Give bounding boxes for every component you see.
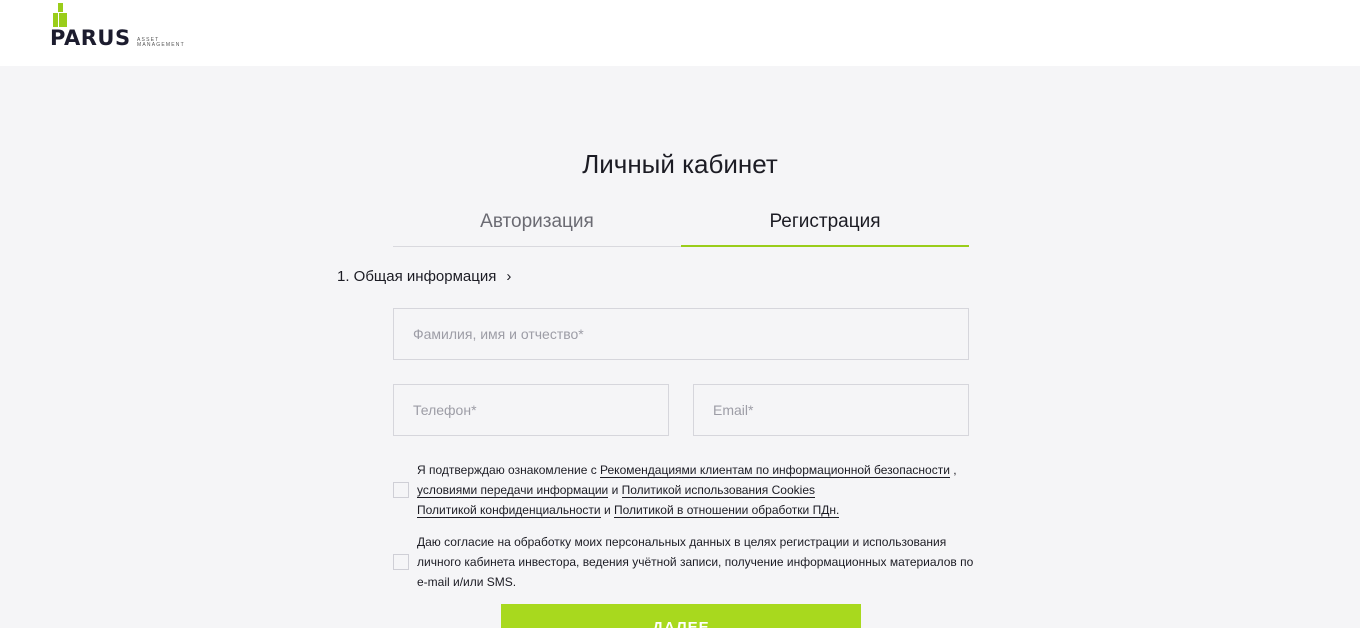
logo-bars-icon [50,3,70,28]
consent-personal-data-checkbox[interactable] [393,554,409,570]
consent-personal-data-text: Даю согласие на обработку моих персональ… [417,535,974,589]
transfer-conditions-link[interactable]: условиями передачи информации [417,483,609,498]
tab-registration[interactable]: Регистрация [681,205,969,247]
full-name-input[interactable] [393,308,969,360]
consent-text-part: Я подтверждаю ознакомление с [417,463,601,477]
consent-text-part: и [600,503,614,517]
logo-text: PARUS [50,26,131,50]
page-title: Личный кабинет [582,149,778,179]
auth-tabs: Авторизация Регистрация [393,205,969,247]
personal-data-policy-link[interactable]: Политикой в отношении обработки ПДн. [613,503,840,518]
email-input[interactable] [693,384,969,436]
consent-text-part: , [949,463,957,477]
chevron-right-icon: › [506,268,512,285]
security-recommendations-link[interactable]: Рекомендациями клиентам по информационно… [600,463,950,478]
consent-security-checkbox[interactable] [393,482,409,498]
logo-subtitle: ASSET MANAGEMENT [137,37,185,48]
consent-security-text: Я подтверждаю ознакомление с Рекомендаци… [417,460,977,520]
step-indicator: 1. Общая информация › [337,267,511,287]
consent-text-part: и [608,483,622,497]
site-header: PARUS ASSET MANAGEMENT [0,0,1360,66]
privacy-policy-link[interactable]: Политикой конфиденциальности [417,503,601,518]
cookies-policy-link[interactable]: Политикой использования Cookies [621,483,815,498]
step-label: 1. Общая информация [337,268,497,285]
tab-authorization[interactable]: Авторизация [393,205,681,247]
phone-input[interactable] [393,384,669,436]
next-button[interactable]: ДАЛЕЕ [501,604,861,628]
